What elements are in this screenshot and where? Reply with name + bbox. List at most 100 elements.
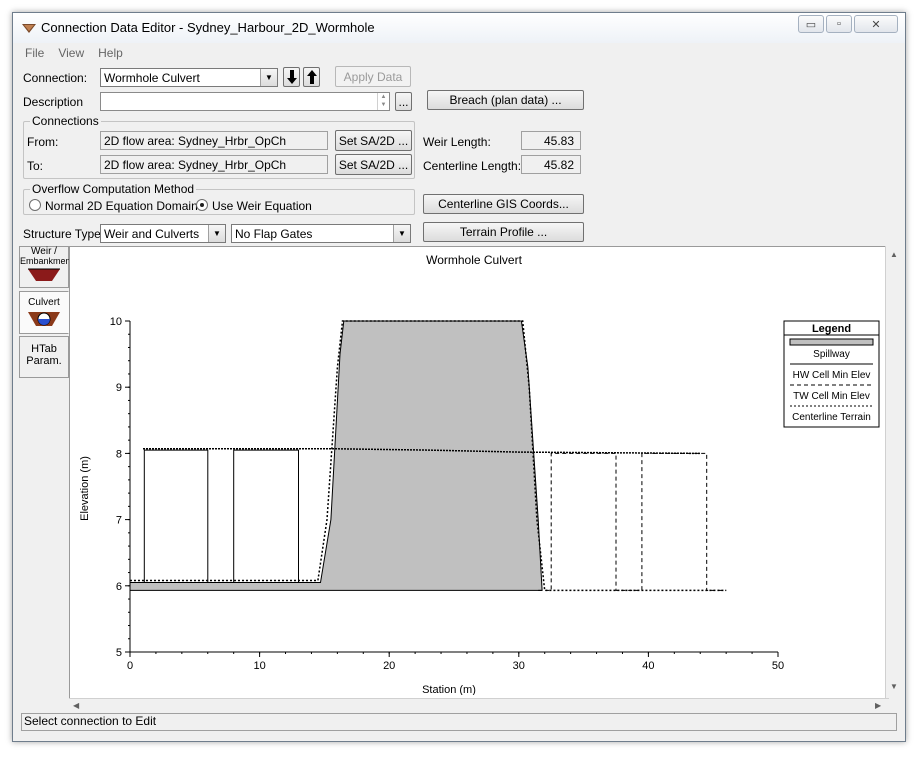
overflow-method-title: Overflow Computation Method <box>30 182 197 196</box>
profile-chart: Wormhole Culvert 5 6 7 8 9 10 0 10 20 30 40 50 Statio… <box>79 253 880 695</box>
connections-group-title: Connections <box>30 114 101 128</box>
tab-htab-param[interactable]: HTab Param. <box>19 336 69 378</box>
tab-culvert[interactable]: Culvert <box>19 291 69 334</box>
apply-data-label: Apply Data <box>343 69 403 84</box>
radio-weir-equation-label[interactable]: Use Weir Equation <box>212 199 312 213</box>
description-field[interactable]: ▲ ▼ <box>100 92 390 111</box>
tab-culvert-label: Culvert <box>28 297 60 308</box>
previous-connection-button[interactable] <box>303 67 320 87</box>
from-field: 2D flow area: Sydney_Hrbr_OpCh <box>100 131 328 150</box>
radio-normal-2d-label[interactable]: Normal 2D Equation Domain <box>45 199 198 213</box>
scroll-left-icon[interactable]: ◀ <box>73 701 79 710</box>
legend-spillway-swatch <box>789 338 874 346</box>
description-spinner[interactable]: ▲ ▼ <box>377 93 389 110</box>
connection-select[interactable]: Wormhole Culvert ▼ <box>100 68 278 87</box>
structure-type-value: Weir and Culverts <box>104 227 200 241</box>
restore-button[interactable]: ▫ <box>826 15 852 33</box>
centerline-length-field: 45.82 <box>521 155 581 174</box>
centerline-gis-button[interactable]: Centerline GIS Coords... <box>423 194 584 214</box>
close-icon: ✕ <box>871 18 881 31</box>
from-value: 2D flow area: Sydney_Hrbr_OpCh <box>104 134 287 148</box>
set-from-label: Set SA/2D ... <box>338 133 409 148</box>
terrain-profile-button[interactable]: Terrain Profile ... <box>423 222 584 242</box>
apply-data-button[interactable]: Apply Data <box>335 66 411 87</box>
tab-embankment-label: Embankment <box>20 256 74 266</box>
chevron-down-icon[interactable]: ▼ <box>260 69 277 86</box>
plot-area: Wormhole Culvert 5 6 7 8 9 10 0 10 20 30 40 50 Statio… <box>69 246 898 710</box>
terrain-profile-label: Terrain Profile ... <box>459 225 548 239</box>
status-bar: Select connection to Edit <box>21 713 897 731</box>
arrow-down-icon <box>286 70 297 84</box>
legend-title: Legend <box>812 323 851 335</box>
status-text: Select connection to Edit <box>24 714 157 728</box>
chevron-down-icon[interactable]: ▼ <box>393 225 410 242</box>
weir-length-value: 45.83 <box>543 134 574 148</box>
x-axis-label: Station (m) <box>422 684 476 695</box>
y-tick-label: 9 <box>116 382 122 394</box>
vertical-scrollbar[interactable]: ▲ ▼ <box>885 246 901 710</box>
legend-hw-label: HW Cell Min Elev <box>793 370 871 381</box>
set-to-button[interactable]: Set SA/2D ... <box>335 154 412 175</box>
structure-type-label: Structure Type: <box>23 227 105 241</box>
y-axis-label: Elevation (m) <box>79 456 91 521</box>
tab-param-label: Param. <box>26 355 62 367</box>
arrow-up-icon <box>306 70 317 84</box>
tab-weir-label: Weir / <box>31 246 57 257</box>
y-tick-label: 10 <box>110 316 122 328</box>
flap-gates-select[interactable]: No Flap Gates ▼ <box>231 224 411 243</box>
scroll-down-icon[interactable]: ▼ <box>890 682 898 691</box>
next-connection-button[interactable] <box>283 67 300 87</box>
description-ellipsis-button[interactable]: ... <box>395 92 412 111</box>
tab-weir-embankment[interactable]: Weir / Embankment <box>19 246 74 288</box>
window-title: Connection Data Editor - Sydney_Harbour_… <box>41 20 375 35</box>
menu-help[interactable]: Help <box>98 46 123 60</box>
radio-normal-2d[interactable] <box>29 199 41 211</box>
centerline-length-value: 45.82 <box>543 158 574 172</box>
connection-data-editor-window: Connection Data Editor - Sydney_Harbour_… <box>12 12 906 742</box>
legend-terrain-label: Centerline Terrain <box>792 412 871 423</box>
description-label: Description <box>23 95 84 109</box>
hw-cell-min-elev-line <box>130 449 320 583</box>
gis-label: Centerline GIS Coords... <box>438 197 569 211</box>
x-tick-label: 50 <box>772 660 784 672</box>
weir-length-field: 45.83 <box>521 131 581 150</box>
to-label: To: <box>27 159 44 173</box>
y-tick-label: 7 <box>116 515 122 527</box>
tab-htab-label: HTab <box>31 343 57 355</box>
menu-file[interactable]: File <box>25 46 44 60</box>
centerline-length-label: Centerline Length: <box>423 159 522 173</box>
x-tick-label: 0 <box>127 660 133 672</box>
set-to-label: Set SA/2D ... <box>338 157 409 172</box>
app-icon <box>22 24 36 33</box>
to-field: 2D flow area: Sydney_Hrbr_OpCh <box>100 155 328 174</box>
tw-cell-min-elev-line <box>538 452 727 591</box>
chevron-down-icon[interactable]: ▼ <box>208 225 225 242</box>
minimize-button[interactable]: ▭ <box>798 15 824 33</box>
legend-tw-label: TW Cell Min Elev <box>793 391 870 402</box>
breach-button[interactable]: Breach (plan data) ... <box>427 90 584 110</box>
weir-length-label: Weir Length: <box>423 135 491 149</box>
legend-spillway-label: Spillway <box>813 349 850 360</box>
embankment-icon <box>28 268 60 281</box>
ellipsis-label: ... <box>398 94 409 109</box>
chart-title: Wormhole Culvert <box>426 253 522 267</box>
x-tick-label: 20 <box>383 660 395 672</box>
y-tick-label: 5 <box>116 647 122 659</box>
menu-view[interactable]: View <box>58 46 84 60</box>
to-value: 2D flow area: Sydney_Hrbr_OpCh <box>104 158 287 172</box>
restore-icon: ▫ <box>837 18 841 30</box>
scroll-right-icon[interactable]: ▶ <box>875 701 881 710</box>
structure-type-select[interactable]: Weir and Culverts ▼ <box>100 224 226 243</box>
title-bar[interactable]: Connection Data Editor - Sydney_Harbour_… <box>13 13 905 43</box>
culvert-icon <box>28 312 60 326</box>
y-tick-label: 8 <box>116 448 122 460</box>
close-button[interactable]: ✕ <box>854 15 898 33</box>
connection-label: Connection: <box>23 71 88 85</box>
minimize-icon: ▭ <box>805 18 817 31</box>
horizontal-scrollbar[interactable]: ◀ ▶ <box>69 698 889 712</box>
set-from-button[interactable]: Set SA/2D ... <box>335 130 412 151</box>
x-tick-label: 40 <box>642 660 654 672</box>
radio-weir-equation[interactable] <box>196 199 208 211</box>
spillway-area <box>129 320 543 591</box>
scroll-up-icon[interactable]: ▲ <box>890 250 898 259</box>
